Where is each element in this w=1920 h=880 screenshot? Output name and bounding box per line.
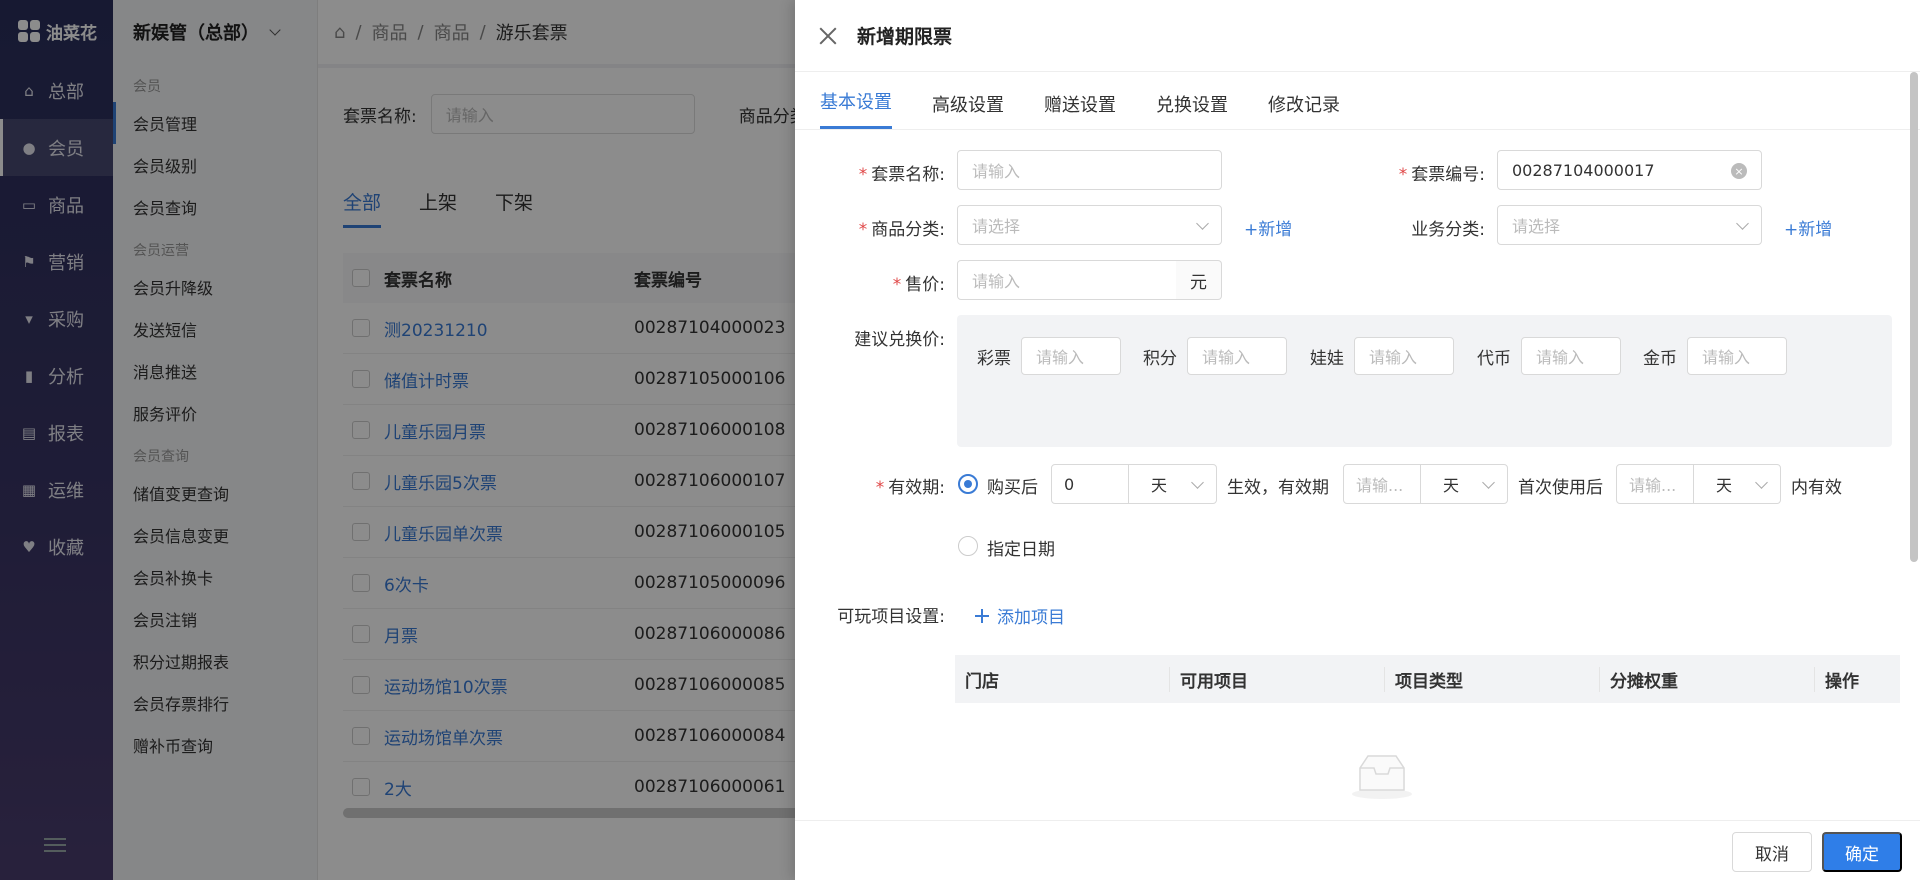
exchange-doll-input[interactable]: 请输入 [1354, 337, 1454, 375]
add-project-button[interactable]: 添加项目 [975, 603, 1065, 628]
exchange-item-label: 积分 [1143, 348, 1177, 369]
tab-basic[interactable]: 基本设置 [820, 88, 892, 129]
business-label: 业务分类: [1411, 220, 1485, 240]
name-input[interactable]: 请输入 [957, 150, 1222, 190]
exchange-item-label: 代币 [1477, 348, 1511, 369]
drawer-header: 新增期限票 [795, 0, 1920, 72]
exchange-price-box: 彩票 请输入 积分 请输入 娃娃 请输入 代币 请输入 金币 请输入 [957, 315, 1892, 447]
modal-mask[interactable] [0, 0, 795, 880]
exchange-doll: 娃娃 请输入 [1310, 337, 1454, 375]
empty-box-icon [1352, 755, 1412, 799]
chevron-down-icon [1482, 476, 1495, 489]
category-label: 商品分类: [840, 215, 945, 240]
project-table-header: 门店 可用项目 项目类型 分摊权重 操作 [955, 655, 1900, 703]
drawer-footer: 取消 确定 [795, 820, 1920, 880]
col-weight: 分摊权重 [1600, 666, 1815, 692]
chevron-down-icon [1755, 476, 1768, 489]
exchange-item-label: 娃娃 [1310, 348, 1344, 369]
tab-history[interactable]: 修改记录 [1268, 91, 1340, 129]
exchange-item-label: 金币 [1643, 348, 1677, 369]
add-business-link[interactable]: +新增 [1784, 215, 1832, 240]
clear-icon[interactable]: × [1731, 163, 1747, 179]
play-items-label: 可玩项目设置: [837, 607, 945, 627]
validity-period-input[interactable]: 请输... 天 [1343, 464, 1508, 504]
name-label: 套票名称: [840, 160, 945, 185]
tab-advanced[interactable]: 高级设置 [932, 91, 1004, 129]
validity-fixed-date-radio[interactable] [958, 536, 978, 556]
validity-opt1-label: 购买后 [987, 478, 1038, 498]
add-category-link[interactable]: +新增 [1244, 215, 1292, 240]
price-input[interactable]: 请输入 [957, 260, 1177, 300]
code-value: 00287104000017 [1512, 160, 1655, 180]
drawer-scrollbar[interactable] [1910, 72, 1918, 562]
exchange-item-label: 彩票 [977, 348, 1011, 369]
chevron-down-icon [1191, 476, 1204, 489]
validity-days-input[interactable]: 0 天 [1051, 464, 1217, 504]
effective-text: 生效，有效期 [1227, 478, 1329, 498]
code-input[interactable]: 00287104000017 × [1497, 150, 1762, 190]
exchange-token-input[interactable]: 请输入 [1521, 337, 1621, 375]
first-use-text: 首次使用后 [1518, 478, 1603, 498]
exchange-lottery: 彩票 请输入 [977, 337, 1121, 375]
category-select[interactable]: 请选择 [957, 205, 1222, 245]
period-placeholder[interactable]: 请输... [1617, 465, 1694, 503]
exchange-gold: 金币 请输入 [1643, 337, 1787, 375]
exchange-points-input[interactable]: 请输入 [1187, 337, 1287, 375]
project-table: 门店 可用项目 项目类型 分摊权重 操作 [955, 655, 1900, 703]
add-project-label: 添加项目 [997, 608, 1065, 628]
price-unit: 元 [1176, 260, 1222, 300]
chevron-down-icon [1196, 217, 1209, 230]
tab-exchange[interactable]: 兑换设置 [1156, 91, 1228, 129]
col-store: 门店 [955, 666, 1170, 692]
drawer-title: 新增期限票 [857, 26, 953, 48]
validity-label: 有效期: [840, 473, 945, 498]
validity-days-value[interactable]: 0 [1052, 465, 1129, 503]
unit-label: 天 [1443, 476, 1460, 495]
exchange-gold-input[interactable]: 请输入 [1687, 337, 1787, 375]
confirm-button[interactable]: 确定 [1822, 832, 1902, 872]
exchange-label: 建议兑换价: [854, 330, 945, 350]
drawer-tabs: 基本设置 高级设置 赠送设置 兑换设置 修改记录 [795, 72, 1920, 130]
col-project-type: 项目类型 [1385, 666, 1600, 692]
tab-gift[interactable]: 赠送设置 [1044, 91, 1116, 129]
unit-label: 天 [1151, 476, 1168, 495]
within-text: 内有效 [1791, 478, 1842, 498]
basic-settings-form: 套票名称: 请输入 套票编号: 00287104000017 × 商品分类: 请… [795, 130, 1905, 820]
validity-unit-select[interactable]: 天 [1129, 465, 1216, 503]
period-unit-select[interactable]: 天 [1421, 465, 1507, 503]
first-use-unit-select[interactable]: 天 [1694, 465, 1780, 503]
business-placeholder: 请选择 [1512, 217, 1561, 236]
close-icon[interactable] [819, 27, 837, 45]
validity-opt2-label: 指定日期 [987, 540, 1055, 560]
business-select[interactable]: 请选择 [1497, 205, 1762, 245]
plus-icon [975, 608, 989, 623]
period-placeholder[interactable]: 请输... [1344, 465, 1421, 503]
first-use-period-input[interactable]: 请输... 天 [1616, 464, 1781, 504]
exchange-points: 积分 请输入 [1143, 337, 1287, 375]
create-ticket-drawer: 新增期限票 基本设置 高级设置 赠送设置 兑换设置 修改记录 套票名称: 请输入… [795, 0, 1920, 880]
unit-label: 天 [1716, 476, 1733, 495]
col-project: 可用项目 [1170, 666, 1385, 692]
exchange-token: 代币 请输入 [1477, 337, 1621, 375]
exchange-lottery-input[interactable]: 请输入 [1021, 337, 1121, 375]
chevron-down-icon [1736, 217, 1749, 230]
code-label: 套票编号: [1370, 160, 1485, 185]
cancel-button[interactable]: 取消 [1732, 832, 1812, 872]
price-label: 售价: [840, 270, 945, 295]
validity-after-purchase-radio[interactable] [958, 474, 978, 494]
category-placeholder: 请选择 [972, 217, 1021, 236]
col-action: 操作 [1825, 671, 1859, 692]
